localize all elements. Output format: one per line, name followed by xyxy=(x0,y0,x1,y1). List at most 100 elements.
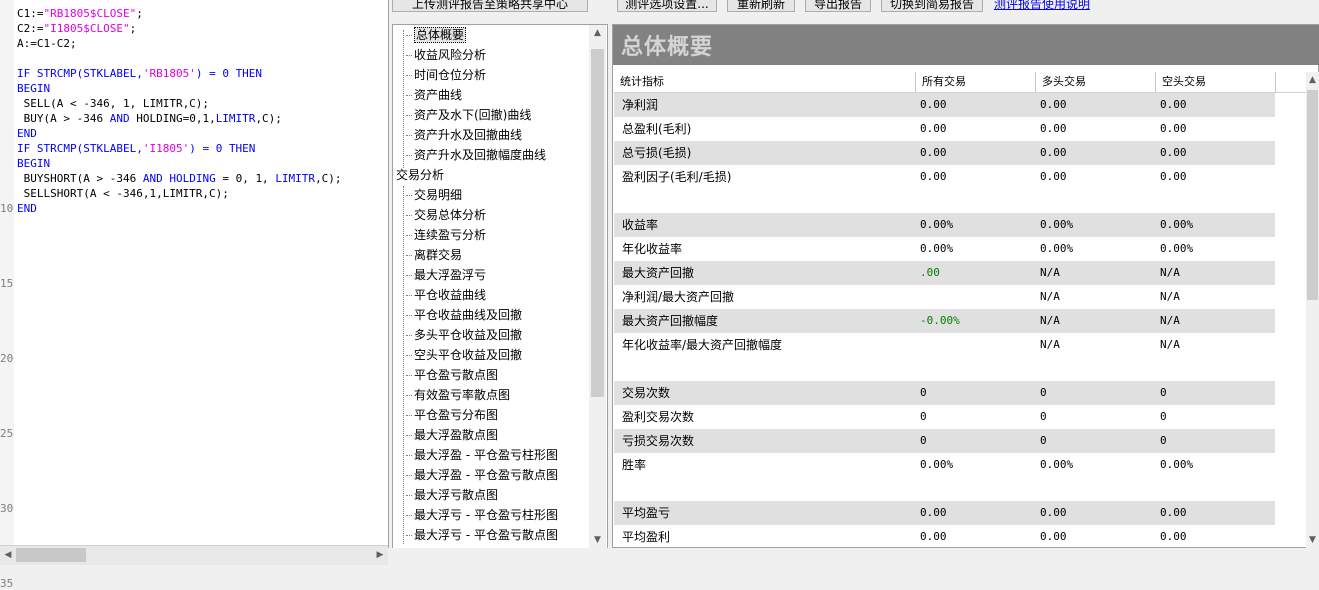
column-header[interactable]: 所有交易 xyxy=(916,72,1036,92)
table-row[interactable]: 净利润/最大资产回撤 N/A N/A xyxy=(614,285,1275,309)
tree-item[interactable]: 平仓盈亏分布图 xyxy=(405,405,499,425)
tree-item[interactable]: 资产升水及回撤幅度曲线 xyxy=(405,145,546,165)
stat-label: 平均盈亏 xyxy=(622,506,671,520)
all-trades-value: 0 xyxy=(920,410,927,423)
table-row[interactable]: 年化收益率 0.00% 0.00% 0.00% xyxy=(614,237,1275,261)
line-number: 10 xyxy=(0,202,14,215)
stat-label: 净利润/最大资产回撤 xyxy=(622,290,735,304)
line-number: 20 xyxy=(0,352,14,365)
short-trades-value: 0 xyxy=(1160,410,1167,423)
scroll-up-icon[interactable]: ▲ xyxy=(1306,72,1319,88)
stat-label: 总亏损(毛损) xyxy=(622,146,692,160)
tree-item[interactable]: 最大浮亏 - 平仓盈亏散点图 xyxy=(406,525,558,545)
line-number: 25 xyxy=(0,427,14,440)
code-token: BUYSHORT(A > -346 xyxy=(17,172,143,185)
column-header[interactable]: 统计指标 xyxy=(614,72,916,92)
table-row[interactable]: 胜率 0.00% 0.00% 0.00% xyxy=(614,453,1275,477)
tree-item[interactable]: 时间仓位分析 xyxy=(405,65,487,85)
tree-item[interactable]: 最大浮盈散点图 xyxy=(405,425,498,445)
stat-label: 交易次数 xyxy=(622,386,671,400)
tree-item[interactable]: 资产曲线 xyxy=(405,85,463,105)
table-row[interactable]: 平均盈亏 0.00 0.00 0.00 xyxy=(614,501,1275,525)
tree-item[interactable]: 交易明细 xyxy=(405,185,462,205)
stat-label: 收益率 xyxy=(622,218,659,232)
table-row[interactable]: 净利润 0.00 0.00 0.00 xyxy=(614,93,1275,117)
export-report-button[interactable]: 导出报告 xyxy=(805,0,871,12)
switch-simple-report-button[interactable]: 切换到简易报告 xyxy=(881,0,983,12)
table-row[interactable]: 平均盈利 0.00 0.00 0.00 xyxy=(614,525,1275,549)
short-trades-value: 0.00 xyxy=(1160,170,1187,183)
tree-item[interactable]: 平仓收益曲线及回撤 xyxy=(405,305,522,325)
table-row[interactable]: 年化收益率/最大资产回撤幅度 N/A N/A xyxy=(614,333,1275,357)
tree-item-label: 平仓盈亏分布图 xyxy=(414,408,499,422)
table-row[interactable]: 盈利因子(毛利/毛损) 0.00 0.00 0.00 xyxy=(614,165,1275,189)
tree-item[interactable]: 连续盈亏分析 xyxy=(405,225,486,245)
column-header[interactable]: 空头交易 xyxy=(1156,72,1276,92)
table-row[interactable]: 最大资产回撤 .00 N/A N/A xyxy=(614,261,1275,285)
table-row[interactable]: 总盈利(毛利) 0.00 0.00 0.00 xyxy=(614,117,1275,141)
tree-item[interactable]: 最大浮盈 - 平仓盈亏柱形图 xyxy=(406,445,558,465)
tree-item[interactable]: 多头平仓收益及回撤 xyxy=(405,325,522,345)
short-trades-value: 0.00 xyxy=(1160,122,1187,135)
short-trades-value: N/A xyxy=(1160,266,1180,279)
code-line: IF STRCMP(STKLABEL,'RB1805') = 0 THEN xyxy=(17,66,342,81)
tree-group[interactable]: 交易分析 xyxy=(396,165,444,185)
report-vertical-scrollbar[interactable]: ▲ ▼ xyxy=(1306,72,1319,548)
all-trades-value: 0.00 xyxy=(920,506,947,519)
scrollbar-thumb[interactable] xyxy=(591,49,604,397)
code-editor[interactable]: 10 15 20 25 30 35 C1:="RB1805$CLOSE"; C2:="I18… xyxy=(0,0,389,590)
code-token: ,C); xyxy=(255,112,282,125)
table-row[interactable]: 收益率 0.00% 0.00% 0.00% xyxy=(614,213,1275,237)
stat-label: 最大资产回撤 xyxy=(622,266,695,280)
scroll-up-icon[interactable]: ▲ xyxy=(589,25,606,41)
scroll-down-icon[interactable]: ▼ xyxy=(1306,532,1319,548)
short-trades-value: 0 xyxy=(1160,386,1167,399)
tree-item[interactable]: 离群交易 xyxy=(405,245,462,265)
long-trades-value: 0.00 xyxy=(1040,170,1067,183)
scroll-down-icon[interactable]: ▼ xyxy=(589,532,606,548)
column-header[interactable]: 多头交易 xyxy=(1036,72,1156,92)
tree-item[interactable]: 空头平仓收益及回撤 xyxy=(405,345,522,365)
tree-item[interactable]: 最大浮亏 - 平仓盈亏柱形图 xyxy=(406,505,558,525)
long-trades-value: 0.00% xyxy=(1040,458,1074,471)
code-text[interactable]: C1:="RB1805$CLOSE"; C2:="I1805$CLOSE"; A:=… xyxy=(17,6,342,216)
code-keyword: BEGIN xyxy=(17,82,51,95)
long-trades-value: N/A xyxy=(1040,338,1060,351)
help-link[interactable]: 测评报告使用说明 xyxy=(994,0,1090,12)
refresh-button[interactable]: 重新刷新 xyxy=(727,0,795,12)
long-trades-value: 0.00% xyxy=(1040,218,1074,231)
table-row[interactable]: 总亏损(毛损) 0.00 0.00 0.00 xyxy=(614,141,1275,165)
editor-horizontal-scrollbar[interactable]: ◀ ▶ xyxy=(0,545,388,565)
short-trades-value: 0.00 xyxy=(1160,98,1187,111)
tree-item[interactable]: 有效盈亏率散点图 xyxy=(405,385,510,405)
tree-vertical-scrollbar[interactable]: ▲ ▼ xyxy=(589,25,606,548)
code-keyword: END xyxy=(17,127,37,140)
tree-item[interactable]: 最大浮亏散点图 xyxy=(405,485,499,505)
scroll-right-icon[interactable]: ▶ xyxy=(372,546,388,565)
tree-item-label: 时间仓位分析 xyxy=(414,68,487,82)
table-row[interactable]: 盈利交易次数 0 0 0 xyxy=(614,405,1275,429)
tree-item[interactable]: 资产及水下(回撤)曲线 xyxy=(405,105,531,125)
tree-item[interactable]: 平仓盈亏散点图 xyxy=(405,365,498,385)
tree-item-label: 资产曲线 xyxy=(414,88,463,102)
tree-item[interactable]: 收益风险分析 xyxy=(405,45,486,65)
scrollbar-thumb[interactable] xyxy=(1307,90,1318,300)
tree-item[interactable]: 交易总体分析 xyxy=(405,205,486,225)
tree-item[interactable]: 最大浮盈 - 平仓盈亏散点图 xyxy=(406,465,558,485)
tree-item[interactable]: 总体概要 xyxy=(405,25,467,45)
scroll-left-icon[interactable]: ◀ xyxy=(0,546,16,565)
upload-report-button[interactable]: 上传测评报告至策略共享中心 xyxy=(392,0,588,12)
scrollbar-thumb[interactable] xyxy=(16,548,86,562)
table-row[interactable]: 交易次数 0 0 0 xyxy=(614,381,1275,405)
tree-item-label: 最大浮盈 - 平仓盈亏柱形图 xyxy=(414,448,558,462)
code-keyword: END xyxy=(17,202,37,215)
options-settings-button[interactable]: 测评选项设置... xyxy=(617,0,717,12)
table-row[interactable]: 亏损交易次数 0 0 0 xyxy=(614,429,1275,453)
tree-item[interactable]: 平仓收益曲线 xyxy=(405,285,486,305)
tree-item[interactable]: 资产升水及回撤曲线 xyxy=(405,125,522,145)
table-row[interactable]: 最大资产回撤幅度 -0.00% N/A N/A xyxy=(614,309,1275,333)
tree-item-label: 最大浮亏散点图 xyxy=(414,488,499,502)
line-number: 30 xyxy=(0,502,14,515)
tree-item[interactable]: 最大浮盈浮亏 xyxy=(405,265,486,285)
